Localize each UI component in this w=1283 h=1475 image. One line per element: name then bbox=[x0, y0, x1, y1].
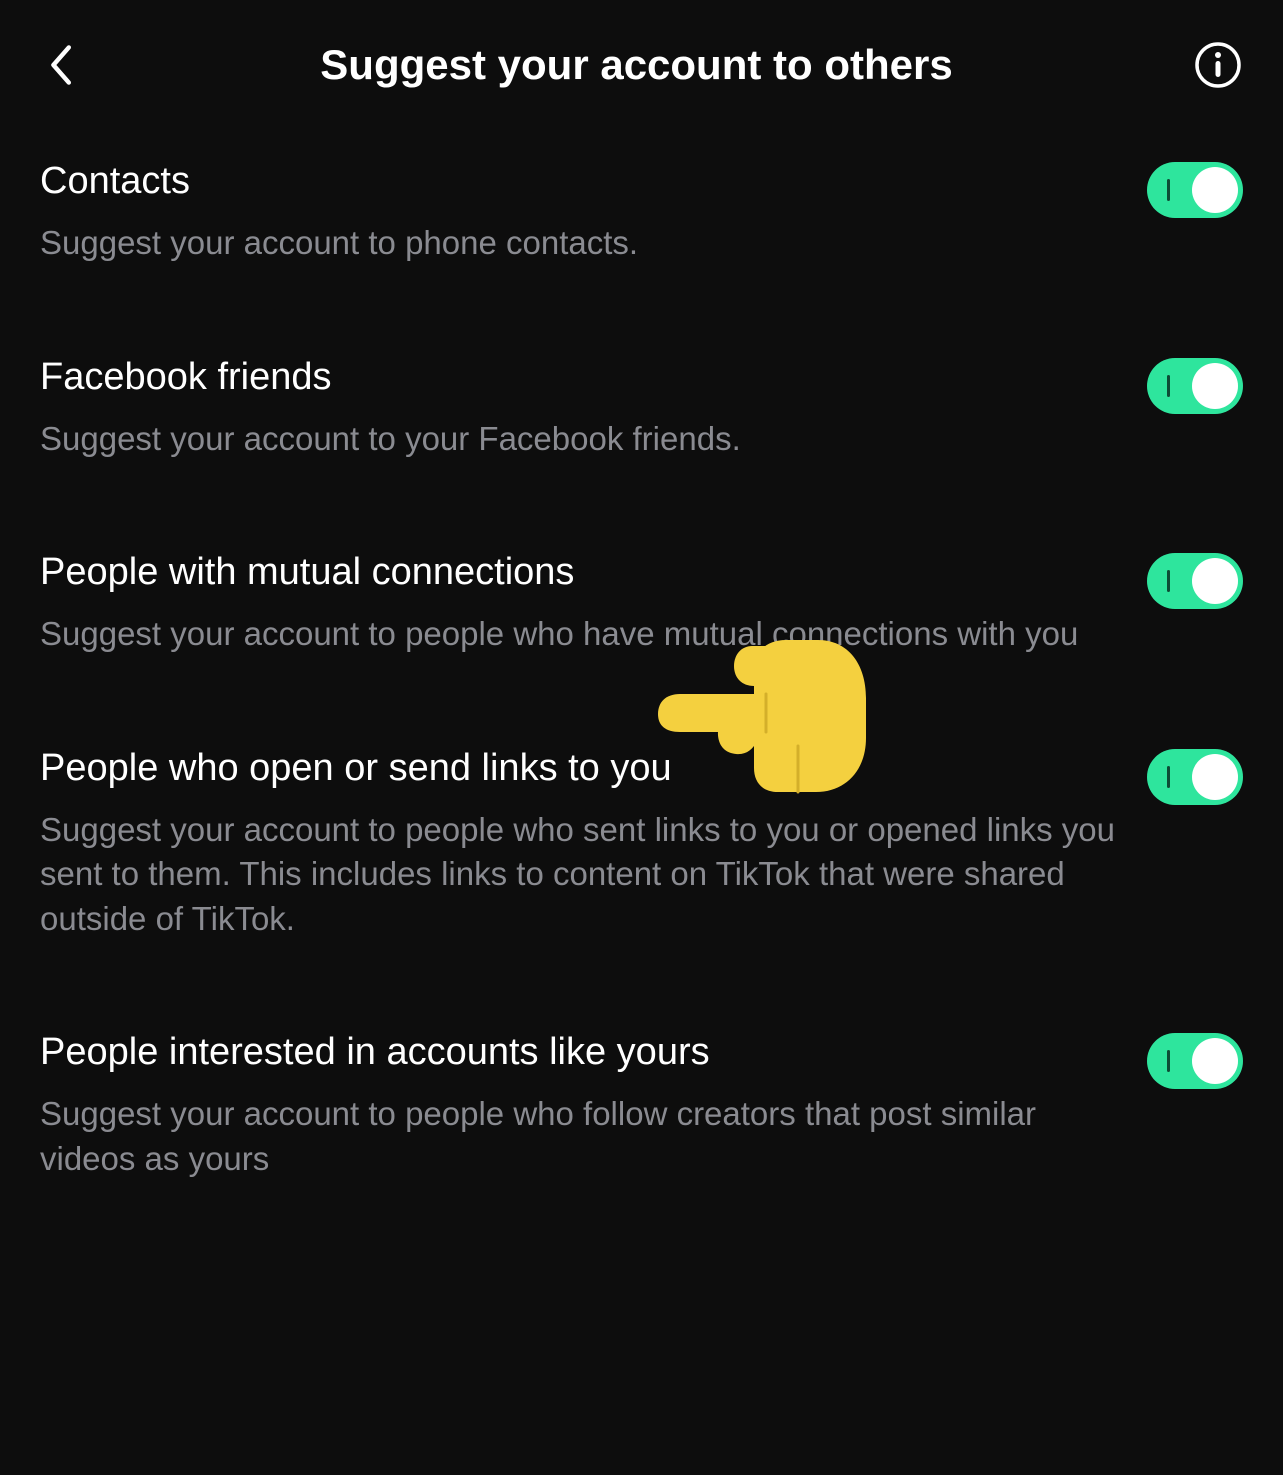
setting-title: People with mutual connections bbox=[40, 551, 1127, 594]
page-title: Suggest your account to others bbox=[80, 41, 1193, 89]
setting-item-interested: People interested in accounts like yours… bbox=[40, 1031, 1243, 1181]
toggle-interested[interactable] bbox=[1147, 1033, 1243, 1089]
header: Suggest your account to others bbox=[0, 0, 1283, 120]
back-icon[interactable] bbox=[40, 45, 80, 85]
setting-desc: Suggest your account to people who have … bbox=[40, 612, 1127, 657]
info-icon[interactable] bbox=[1193, 40, 1243, 90]
setting-item-links: People who open or send links to you Sug… bbox=[40, 747, 1243, 942]
setting-title: People interested in accounts like yours bbox=[40, 1031, 1127, 1074]
setting-title: Facebook friends bbox=[40, 356, 1127, 399]
setting-desc: Suggest your account to phone contacts. bbox=[40, 221, 1127, 266]
setting-item-mutual: People with mutual connections Suggest y… bbox=[40, 551, 1243, 657]
setting-item-facebook: Facebook friends Suggest your account to… bbox=[40, 356, 1243, 462]
toggle-facebook[interactable] bbox=[1147, 358, 1243, 414]
setting-title: Contacts bbox=[40, 160, 1127, 203]
toggle-mutual[interactable] bbox=[1147, 553, 1243, 609]
setting-title: People who open or send links to you bbox=[40, 747, 1127, 790]
setting-item-contacts: Contacts Suggest your account to phone c… bbox=[40, 160, 1243, 266]
setting-desc: Suggest your account to people who follo… bbox=[40, 1092, 1127, 1181]
settings-list: Contacts Suggest your account to phone c… bbox=[0, 120, 1283, 1181]
toggle-contacts[interactable] bbox=[1147, 162, 1243, 218]
setting-desc: Suggest your account to your Facebook fr… bbox=[40, 417, 1127, 462]
toggle-links[interactable] bbox=[1147, 749, 1243, 805]
setting-desc: Suggest your account to people who sent … bbox=[40, 808, 1127, 942]
